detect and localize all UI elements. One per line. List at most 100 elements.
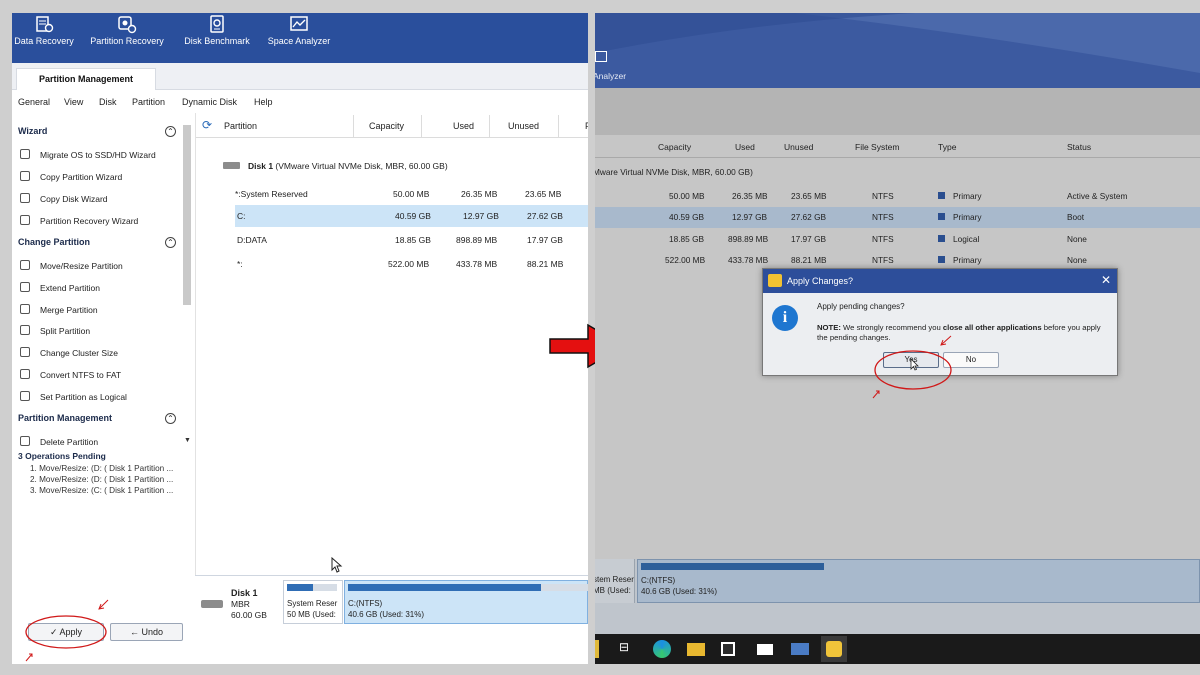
usage-fill <box>348 584 542 591</box>
disk-label: Disk 1 <box>248 161 274 171</box>
row-unused: 17.97 GB <box>527 235 563 245</box>
table-row-selected[interactable]: C: 40.59 GB 12.97 GB 27.62 GB <box>235 205 588 227</box>
table-row[interactable]: *: 522.00 MB 433.78 MB 88.21 MB <box>235 253 588 275</box>
network-app-icon[interactable] <box>791 643 809 655</box>
row-capacity: 522.00 MB <box>388 259 430 269</box>
collapse-change-icon[interactable]: ⌃ <box>165 237 176 248</box>
p2-info: 40.6 GB (Used: 31%) <box>348 610 425 619</box>
close-icon[interactable]: ✕ <box>1101 273 1111 287</box>
disk-map: Disk 1 MBR 60.00 GB System Reser 50 MB (… <box>195 575 588 664</box>
col-file-system[interactable]: F <box>585 121 588 131</box>
sidebar-item-extend[interactable]: Extend Partition <box>20 282 100 293</box>
table-row[interactable]: *:System Reserved 50.00 MB 26.35 MB 23.6… <box>235 183 588 205</box>
row-status: Boot <box>1067 212 1085 222</box>
sidebar-item-partition-recovery[interactable]: Partition Recovery Wizard <box>20 215 138 226</box>
menu-view[interactable]: View <box>64 97 83 107</box>
scroll-down-icon[interactable]: ▼ <box>184 437 191 444</box>
minitool-taskbar-button[interactable] <box>821 636 847 662</box>
table-row-selected: 40.59 GB 12.97 GB 27.62 GB NTFS Primary … <box>595 207 1200 228</box>
space-analyzer-icon <box>595 51 607 62</box>
row-capacity: 18.85 GB <box>395 235 431 245</box>
p1-info: MB (Used: <box>595 586 631 595</box>
move-resize-icon <box>20 260 30 270</box>
task-view-icon[interactable]: ⊟ <box>619 640 637 658</box>
row-used: 12.97 GB <box>463 211 499 221</box>
data-recovery-label: Data Recovery <box>14 36 74 46</box>
pending-item[interactable]: 3. Move/Resize: (C: ( Disk 1 Partition .… <box>30 486 173 495</box>
map-disk-type: MBR <box>231 599 250 609</box>
disk-icon <box>223 162 240 169</box>
split-icon <box>20 325 30 335</box>
data-recovery-button[interactable]: Data Recovery <box>14 13 74 63</box>
table-row[interactable]: D:DATA 18.85 GB 898.89 MB 17.97 GB <box>235 229 588 251</box>
col-unused[interactable]: Unused <box>508 121 539 131</box>
col-partition[interactable]: Partition <box>224 121 257 131</box>
edge-browser-icon[interactable] <box>653 640 671 658</box>
menu-disk[interactable]: Disk <box>99 97 117 107</box>
info-icon: i <box>772 305 798 331</box>
mail-icon[interactable] <box>757 644 773 655</box>
map-disk-size: 60.00 GB <box>231 610 267 620</box>
sidebar-item-label: Extend Partition <box>40 283 101 293</box>
menu-bar: General View Disk Partition Dynamic Disk… <box>12 91 588 113</box>
sidebar-item-delete[interactable]: Delete Partition <box>20 436 98 447</box>
row-type-label: Primary <box>953 255 982 265</box>
usage-fill <box>287 584 313 591</box>
row-capacity: 50.00 MB <box>393 189 430 199</box>
disk-desc: (VMware Virtual NVMe Disk, MBR, 60.00 GB… <box>275 161 448 171</box>
primary-partition-icon <box>938 213 945 220</box>
row-type-label: Logical <box>953 234 980 244</box>
menu-help[interactable]: Help <box>254 97 273 107</box>
partition-block-c[interactable]: C:(NTFS) 40.6 GB (Used: 31%) <box>344 580 588 624</box>
taskbar-app-icon[interactable] <box>595 640 599 658</box>
sidebar-item-cluster-size[interactable]: Change Cluster Size <box>20 347 118 358</box>
partition-recovery-button[interactable]: Partition Recovery <box>88 13 166 63</box>
note-label: NOTE: <box>817 323 841 332</box>
sidebar-item-merge[interactable]: Merge Partition <box>20 304 98 315</box>
disk-benchmark-label: Disk Benchmark <box>184 36 250 46</box>
dimmed-tabbar <box>595 88 1200 142</box>
row-name: D:DATA <box>237 235 267 245</box>
sidebar-item-migrate-os[interactable]: Migrate OS to SSD/HD Wizard <box>20 149 156 160</box>
col-unused: Unused <box>784 142 814 152</box>
collapse-wizard-icon[interactable]: ⌃ <box>165 126 176 137</box>
primary-partition-icon <box>938 192 945 199</box>
tab-partition-management[interactable]: Partition Management <box>16 68 156 90</box>
row-fs: NTFS <box>872 212 894 222</box>
row-unused: 17.97 GB <box>791 234 827 244</box>
sidebar-item-label: Move/Resize Partition <box>40 261 123 271</box>
sidebar-item-set-logical[interactable]: Set Partition as Logical <box>20 391 127 402</box>
menu-partition[interactable]: Partition <box>132 97 165 107</box>
row-type: Logical <box>938 234 979 244</box>
partition-recovery-icon <box>117 14 137 34</box>
store-icon[interactable] <box>721 642 735 656</box>
menu-dynamic-disk[interactable]: Dynamic Disk <box>182 97 237 107</box>
refresh-icon[interactable]: ⟳ <box>202 118 212 132</box>
sidebar-item-move-resize[interactable]: Move/Resize Partition <box>20 260 123 271</box>
col-capacity[interactable]: Capacity <box>369 121 404 131</box>
table-row: 18.85 GB 898.89 MB 17.97 GB NTFS Logical… <box>595 229 1200 250</box>
file-explorer-icon[interactable] <box>687 643 705 656</box>
windows-taskbar: ⊟ <box>595 634 1200 664</box>
sidebar-item-split[interactable]: Split Partition <box>20 325 90 336</box>
disk-benchmark-button[interactable]: Disk Benchmark <box>182 13 252 63</box>
sidebar-scrollbar[interactable] <box>183 125 191 305</box>
collapse-pm-icon[interactable]: ⌃ <box>165 413 176 424</box>
sidebar-item-convert-ntfs[interactable]: Convert NTFS to FAT <box>20 369 121 380</box>
sidebar-item-label: Change Cluster Size <box>40 348 118 358</box>
annotation-highlight-yes <box>872 335 952 399</box>
menu-general[interactable]: General <box>18 97 50 107</box>
col-status: Status <box>1067 142 1092 152</box>
space-analyzer-button[interactable]: Space Analyzer <box>266 13 332 63</box>
row-used: 26.35 MB <box>461 189 498 199</box>
p1-name: System Reser <box>287 599 338 608</box>
partition-block-system[interactable]: System Reser 50 MB (Used: <box>283 580 343 624</box>
sidebar-item-copy-disk[interactable]: Copy Disk Wizard <box>20 193 108 204</box>
pending-item[interactable]: 2. Move/Resize: (D: ( Disk 1 Partition .… <box>30 475 173 484</box>
sidebar-item-copy-partition[interactable]: Copy Partition Wizard <box>20 171 122 182</box>
pending-item[interactable]: 1. Move/Resize: (D: ( Disk 1 Partition .… <box>30 464 173 473</box>
disk-row[interactable]: Disk 1 (VMware Virtual NVMe Disk, MBR, 6… <box>223 161 448 171</box>
col-used[interactable]: Used <box>453 121 474 131</box>
row-capacity: 18.85 GB <box>669 234 705 244</box>
space-analyzer-label: Space Analyzer <box>267 36 331 46</box>
